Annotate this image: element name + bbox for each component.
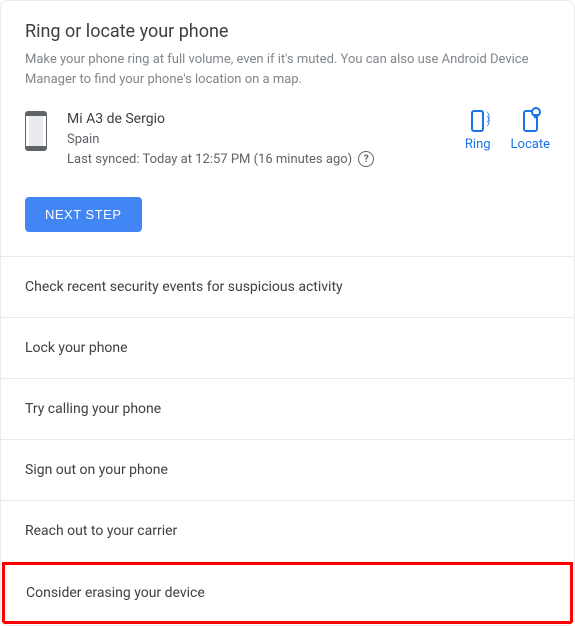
device-row: Mi A3 de Sergio Spain Last synced: Today… [25,109,550,169]
list-item-erase-device[interactable]: Consider erasing your device [2,562,573,624]
list-item-carrier[interactable]: Reach out to your carrier [1,500,574,561]
device-location: Spain [67,130,453,150]
device-actions: )) Ring Locate [465,109,550,152]
locate-label: Locate [511,137,550,152]
last-synced-text: Last synced: Today at 12:57 PM (16 minut… [67,150,352,170]
device-info: Mi A3 de Sergio Spain Last synced: Today… [67,109,453,169]
next-step-button[interactable]: NEXT STEP [25,197,142,232]
sync-line: Last synced: Today at 12:57 PM (16 minut… [67,150,453,170]
security-card: Ring or locate your phone Make your phon… [0,0,575,626]
section-description: Make your phone ring at full volume, eve… [25,50,550,89]
list-item-sign-out[interactable]: Sign out on your phone [1,439,574,500]
section-title: Ring or locate your phone [25,21,550,42]
ring-locate-section: Ring or locate your phone Make your phon… [1,1,574,256]
locate-button[interactable]: Locate [511,109,550,152]
ring-icon: )) [471,110,484,132]
device-name: Mi A3 de Sergio [67,109,453,130]
locate-icon [523,110,538,132]
ring-label: Ring [465,137,491,152]
help-icon[interactable]: ? [358,151,374,167]
phone-icon [25,111,47,151]
list-item-security-events[interactable]: Check recent security events for suspici… [1,256,574,317]
list-item-lock-phone[interactable]: Lock your phone [1,317,574,378]
ring-button[interactable]: )) Ring [465,109,491,152]
list-item-call-phone[interactable]: Try calling your phone [1,378,574,439]
